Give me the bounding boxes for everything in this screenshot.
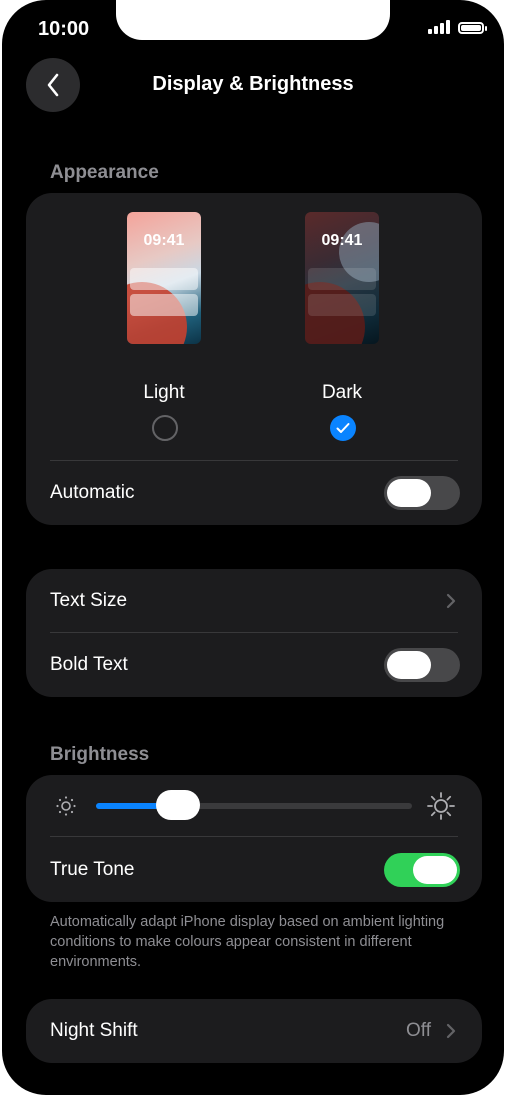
appearance-card: 09:41 09:41 Light Dark Automatic <box>26 193 482 525</box>
dark-preview-time: 09:41 <box>321 232 363 249</box>
automatic-toggle[interactable] <box>384 476 460 510</box>
brightness-slider-knob[interactable] <box>155 790 200 820</box>
light-mode-radio[interactable] <box>152 415 178 441</box>
text-size-row[interactable]: Text Size <box>26 569 482 632</box>
dark-mode-radio[interactable] <box>330 415 356 441</box>
page-title: Display & Brightness <box>152 73 354 95</box>
notch <box>116 0 390 40</box>
automatic-label: Automatic <box>50 482 135 503</box>
light-mode-preview[interactable]: 09:41 <box>127 212 201 344</box>
brightness-section-label: Brightness <box>50 744 150 765</box>
bold-text-toggle[interactable] <box>384 648 460 682</box>
appearance-section-label: Appearance <box>50 162 159 183</box>
night-shift-row[interactable]: Night Shift Off <box>26 999 482 1063</box>
divider <box>50 836 458 837</box>
text-size-label: Text Size <box>50 590 128 611</box>
chevron-right-icon <box>446 1023 456 1039</box>
light-preview-time: 09:41 <box>143 232 185 249</box>
true-tone-label: True Tone <box>50 859 135 880</box>
brightness-low-icon <box>56 796 76 816</box>
true-tone-toggle[interactable] <box>384 853 460 887</box>
bold-text-label: Bold Text <box>50 654 128 675</box>
screen: 10:00 Display & Brightness Appearance 09… <box>2 0 504 1095</box>
status-icons <box>428 20 487 34</box>
brightness-slider[interactable] <box>96 790 412 820</box>
preview-widget <box>308 268 376 290</box>
preview-widget <box>130 268 198 290</box>
dark-mode-preview[interactable]: 09:41 <box>305 212 379 344</box>
divider <box>50 460 458 461</box>
chevron-right-icon <box>446 593 456 609</box>
preview-widget <box>130 294 198 316</box>
signal-icon <box>428 20 450 34</box>
preview-widget <box>308 294 376 316</box>
checkmark-icon <box>336 423 350 433</box>
night-shift-value: Off <box>406 1020 431 1041</box>
true-tone-footnote: Automatically adapt iPhone display based… <box>50 914 445 970</box>
divider <box>50 632 458 633</box>
battery-icon <box>458 22 487 34</box>
brightness-high-icon <box>427 792 455 820</box>
text-settings-card: Text Size Bold Text <box>26 569 482 697</box>
night-shift-label: Night Shift <box>50 1020 138 1041</box>
status-time: 10:00 <box>38 18 90 40</box>
phone-frame: 10:00 Display & Brightness Appearance 09… <box>0 0 506 1095</box>
dark-mode-label: Dark <box>321 382 363 403</box>
brightness-card: True Tone <box>26 775 482 902</box>
light-mode-label: Light <box>143 382 185 403</box>
